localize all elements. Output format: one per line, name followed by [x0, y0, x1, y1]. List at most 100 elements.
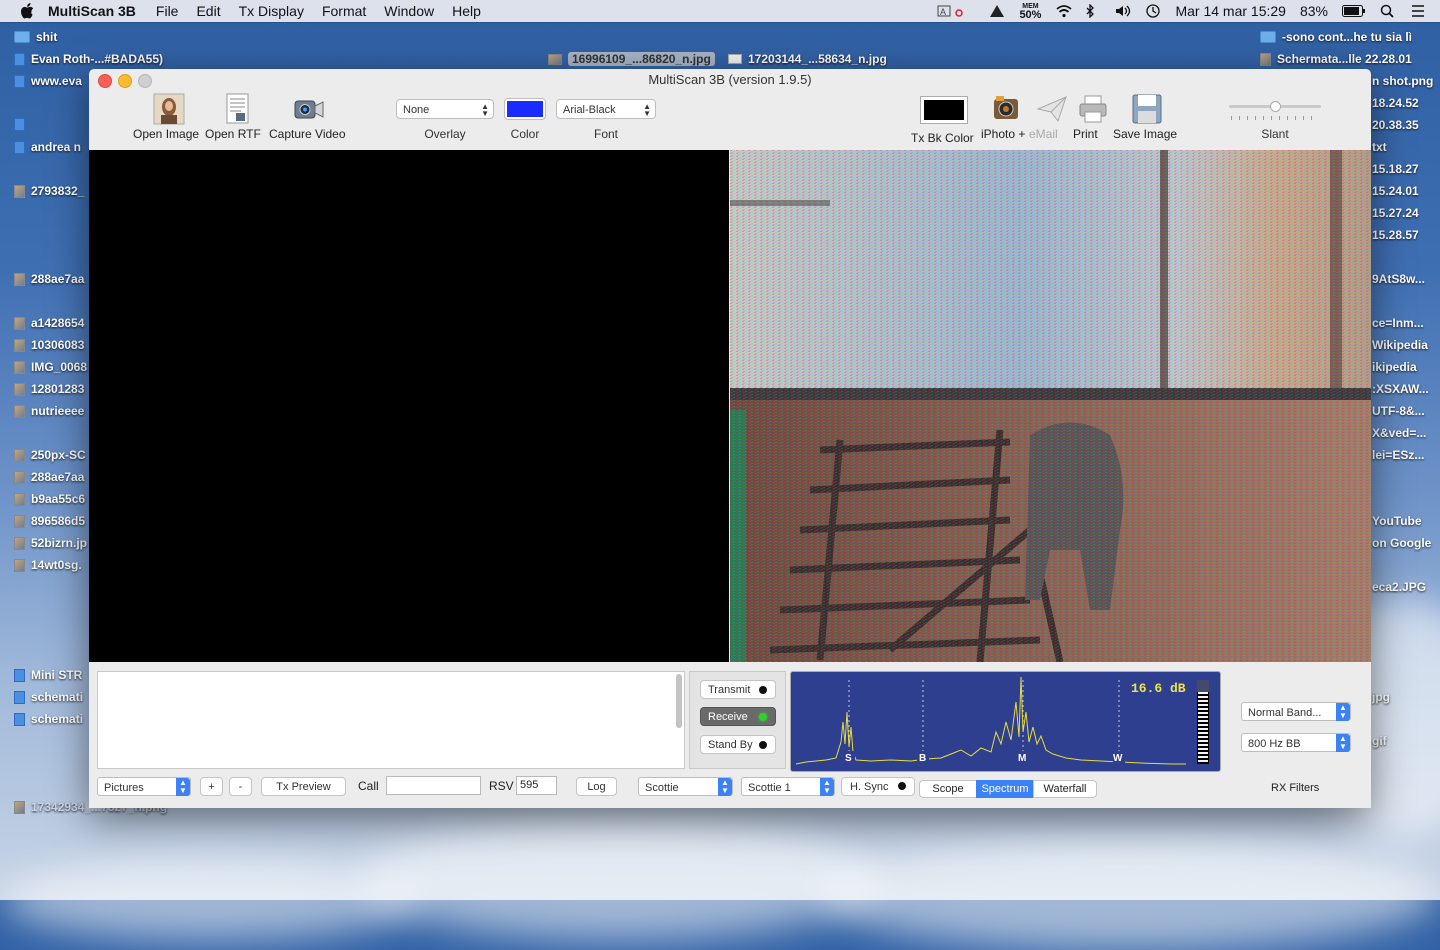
desktop-icon[interactable]: txt: [1372, 140, 1387, 154]
desktop-icon[interactable]: Schermata...lle 22.28.01: [1260, 52, 1412, 66]
apple-icon[interactable]: [20, 3, 34, 19]
desktop-icon[interactable]: 2793832_: [14, 184, 84, 198]
desktop-icon[interactable]: 9AtS8w...: [1372, 272, 1425, 286]
desktop-icon[interactable]: X&ved=...: [1372, 426, 1426, 440]
desktop-icon[interactable]: 896586d5: [14, 514, 85, 528]
battery-icon[interactable]: [1342, 4, 1366, 18]
menu-file[interactable]: File: [156, 3, 179, 19]
memory-indicator[interactable]: MEM 50%: [1019, 2, 1041, 21]
menu-help[interactable]: Help: [452, 3, 481, 19]
desktop-icon[interactable]: gif: [1372, 734, 1387, 748]
desktop-icon[interactable]: 15.24.01: [1372, 184, 1419, 198]
pictures-popup[interactable]: Pictures ▲ ▼: [97, 777, 191, 796]
desktop-icon[interactable]: 288ae7aa: [14, 272, 84, 286]
desktop-icon[interactable]: -sono cont...he tu sia lì: [1260, 30, 1412, 44]
drive-icon[interactable]: [989, 4, 1005, 18]
call-field[interactable]: [386, 776, 481, 795]
desktop-icon[interactable]: 15.27.24: [1372, 206, 1419, 220]
desktop-icon[interactable]: 20.38.35: [1372, 118, 1419, 132]
overlay-popup[interactable]: None ▲ ▼: [396, 99, 494, 119]
desktop-file-top-2[interactable]: 17203144_...58634_n.jpg: [728, 52, 887, 66]
desktop-icon[interactable]: :XSXAW...: [1372, 382, 1429, 396]
desktop-icon[interactable]: ikipedia: [1372, 360, 1417, 374]
desktop-icon[interactable]: 250px-SC: [14, 448, 86, 462]
menu-edit[interactable]: Edit: [196, 3, 220, 19]
mode-popup[interactable]: Scottie 1 ▲ ▼: [741, 777, 835, 796]
desktop-icon[interactable]: lei=ESz...: [1372, 448, 1424, 462]
close-window-button[interactable]: [98, 74, 112, 88]
desktop-icon[interactable]: 12801283: [14, 382, 84, 396]
tab-waterfall[interactable]: Waterfall: [1033, 780, 1097, 798]
desktop-icon[interactable]: a1428654: [14, 316, 84, 330]
time-machine-icon[interactable]: [1145, 4, 1161, 18]
tx-preview-button[interactable]: Tx Preview: [261, 777, 346, 796]
open-image-button[interactable]: Open Image: [133, 93, 205, 141]
minimize-window-button[interactable]: [118, 74, 132, 88]
zoom-window-button[interactable]: [138, 74, 152, 88]
tab-spectrum[interactable]: Spectrum: [976, 780, 1034, 798]
add-picture-button[interactable]: +: [200, 777, 223, 796]
desktop-file-top-1[interactable]: 16996109_...86820_n.jpg: [548, 52, 715, 66]
log-button[interactable]: Log: [576, 777, 617, 796]
desktop-icon[interactable]: andrea n: [14, 140, 81, 154]
email-button[interactable]: eMail: [1029, 93, 1075, 141]
desktop-icon[interactable]: Evan Roth-...#BADA55): [14, 52, 163, 66]
desktop-icon[interactable]: eca2.JPG: [1372, 580, 1426, 594]
desktop-icon[interactable]: [14, 118, 31, 131]
font-popup[interactable]: Arial-Black ▲ ▼: [556, 99, 656, 119]
mode-family-popup[interactable]: Scottie ▲ ▼: [638, 777, 733, 796]
capture-video-button[interactable]: Capture Video: [269, 93, 349, 141]
menu-tx-display[interactable]: Tx Display: [239, 3, 304, 19]
desktop-icon[interactable]: 18.24.52: [1372, 96, 1419, 110]
slant-slider-knob[interactable]: [1269, 101, 1281, 112]
transmit-button[interactable]: Transmit: [700, 680, 776, 699]
status-app-icon[interactable]: A: [937, 4, 964, 18]
desktop-icon[interactable]: IMG_0068: [14, 360, 87, 374]
menu-app-name[interactable]: MultiScan 3B: [48, 3, 136, 19]
desktop-icon[interactable]: jpg: [1372, 690, 1390, 704]
desktop-icon[interactable]: UTF-8&...: [1372, 404, 1425, 418]
desktop-icon[interactable]: schemati: [14, 712, 83, 726]
desktop-icon[interactable]: on Google: [1372, 536, 1431, 550]
iphoto-button[interactable]: iPhoto +: [981, 93, 1031, 141]
notification-center-icon[interactable]: [1410, 4, 1426, 18]
text-scrollbar[interactable]: [676, 674, 682, 728]
band-filter-popup[interactable]: Normal Band... ▲ ▼: [1241, 702, 1351, 721]
spotlight-search-icon[interactable]: [1380, 4, 1396, 18]
desktop-icon[interactable]: nutrieeee: [14, 404, 84, 418]
slant-slider[interactable]: [1227, 101, 1323, 123]
desktop-icon[interactable]: ce=Inm...: [1372, 316, 1424, 330]
hsync-button[interactable]: H. Sync: [841, 777, 915, 796]
menu-format[interactable]: Format: [322, 3, 366, 19]
open-rtf-button[interactable]: Open RTF: [205, 93, 269, 141]
desktop-icon[interactable]: 15.18.27: [1372, 162, 1419, 176]
battery-percent[interactable]: 83%: [1300, 3, 1328, 19]
desktop-icon[interactable]: www.eva: [14, 74, 82, 88]
desktop-icon[interactable]: shit: [14, 30, 57, 44]
tx-bk-color-button[interactable]: Tx Bk Color: [911, 93, 977, 145]
desktop-icon[interactable]: YouTube: [1372, 514, 1422, 528]
receive-button[interactable]: Receive: [700, 707, 776, 726]
wifi-icon[interactable]: [1055, 4, 1073, 18]
desktop-icon[interactable]: 52bizrn.jp: [14, 536, 87, 550]
desktop-icon[interactable]: b9aa55c6: [14, 492, 85, 506]
desktop-icon[interactable]: Wikipedia: [1372, 338, 1428, 352]
volume-icon[interactable]: [1115, 4, 1131, 18]
color-well[interactable]: [504, 98, 546, 120]
desktop-icon[interactable]: schemati: [14, 690, 83, 704]
desktop-icon[interactable]: n shot.png: [1372, 74, 1433, 88]
bluetooth-icon[interactable]: [1085, 3, 1101, 19]
receive-image-pane[interactable]: [730, 150, 1371, 662]
rsv-field[interactable]: 595: [516, 776, 557, 795]
tab-scope[interactable]: Scope: [919, 780, 977, 798]
spectrum-display[interactable]: 16.6 dB S B M W: [790, 671, 1221, 772]
desktop-icon[interactable]: 14wt0sg.: [14, 558, 82, 572]
desktop-icon[interactable]: 288ae7aa: [14, 470, 84, 484]
remove-picture-button[interactable]: -: [229, 777, 252, 796]
save-image-button[interactable]: Save Image: [1113, 93, 1181, 141]
transmit-image-pane[interactable]: [89, 150, 729, 662]
desktop-icon[interactable]: 15.28.57: [1372, 228, 1419, 242]
menu-window[interactable]: Window: [384, 3, 434, 19]
standby-button[interactable]: Stand By: [700, 735, 776, 754]
clock[interactable]: Mar 14 mar 15:29: [1175, 3, 1286, 19]
